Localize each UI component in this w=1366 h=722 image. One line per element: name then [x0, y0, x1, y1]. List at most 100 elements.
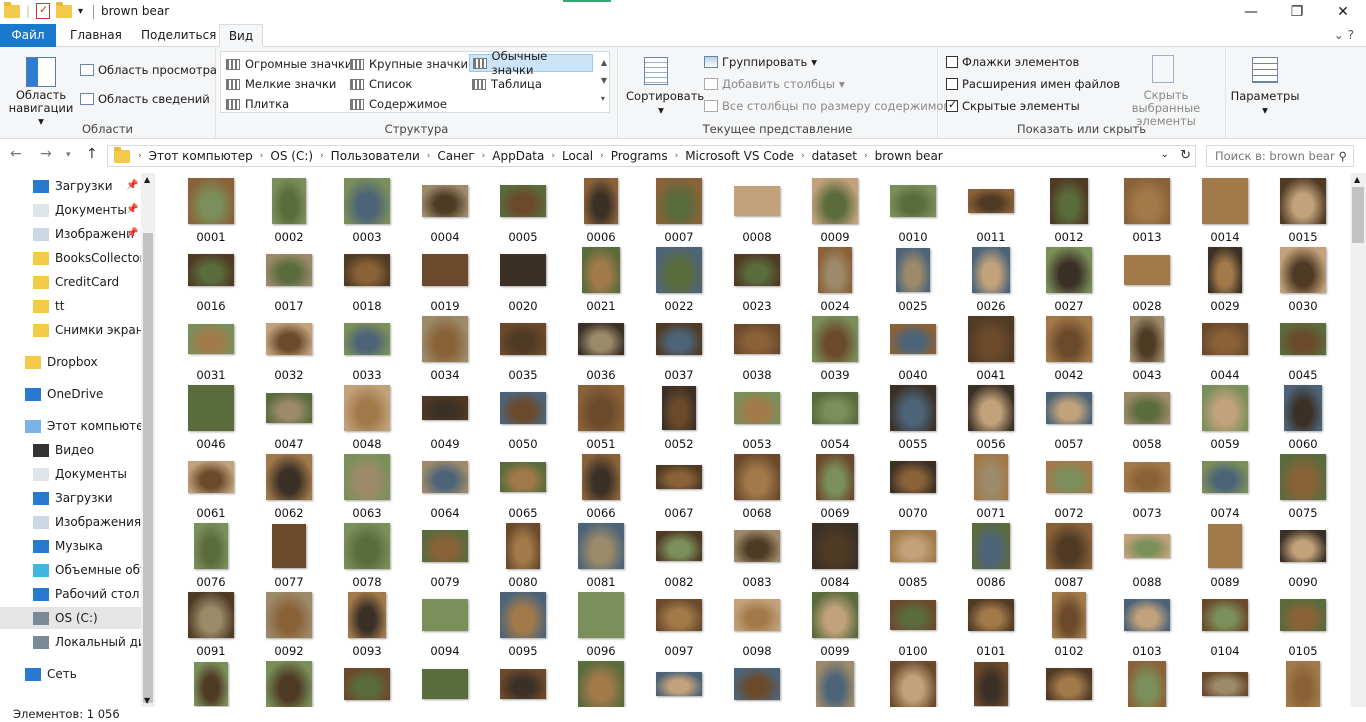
file-item[interactable]: 0087: [1030, 521, 1108, 590]
new-folder-icon[interactable]: [56, 1, 73, 18]
file-item[interactable]: 0017: [250, 245, 328, 314]
file-item[interactable]: 0102: [1030, 590, 1108, 659]
file-item[interactable]: 0105: [1264, 590, 1342, 659]
file-item[interactable]: 0045: [1264, 314, 1342, 383]
gallery-scroll[interactable]: ▲ ▼ ▾: [601, 54, 607, 108]
file-item[interactable]: 0008: [718, 176, 796, 245]
file-item[interactable]: 0039: [796, 314, 874, 383]
file-item[interactable]: 0080: [484, 521, 562, 590]
file-item[interactable]: 0115: [874, 659, 952, 707]
file-item[interactable]: 0054: [796, 383, 874, 452]
file-item[interactable]: 0088: [1108, 521, 1186, 590]
tab-home[interactable]: Главная: [60, 24, 132, 47]
refresh-icon[interactable]: ↻: [1180, 148, 1191, 163]
file-item[interactable]: 0038: [718, 314, 796, 383]
file-item[interactable]: 0051: [562, 383, 640, 452]
file-item[interactable]: 0015: [1264, 176, 1342, 245]
file-item[interactable]: 0117: [1030, 659, 1108, 707]
file-item[interactable]: 0107: [250, 659, 328, 707]
item-checkboxes-checkbox[interactable]: [946, 56, 958, 68]
file-item[interactable]: 0095: [484, 590, 562, 659]
sidebar-scrollbar[interactable]: ▲ ▼: [141, 173, 155, 707]
file-item[interactable]: 0022: [640, 245, 718, 314]
file-item[interactable]: 0028: [1108, 245, 1186, 314]
sidebar-quick-item[interactable]: BooksCollector: [0, 247, 144, 269]
file-item[interactable]: 0011: [952, 176, 1030, 245]
scroll-down-icon[interactable]: ▼: [144, 696, 150, 705]
breadcrumb-item[interactable]: Microsoft VS Code: [680, 149, 799, 163]
file-item[interactable]: 0098: [718, 590, 796, 659]
sidebar-pc-item[interactable]: Загрузки: [0, 487, 141, 509]
sidebar-quick-item[interactable]: Изображени 📌: [0, 223, 141, 245]
forward-icon[interactable]: →: [40, 146, 52, 162]
sort-button[interactable]: Сортировать ▾: [626, 89, 704, 117]
file-item[interactable]: 0069: [796, 452, 874, 521]
breadcrumb-item[interactable]: Local: [557, 149, 598, 163]
file-item[interactable]: 0027: [1030, 245, 1108, 314]
file-item[interactable]: 0049: [406, 383, 484, 452]
address-dropdown-icon[interactable]: ⌄: [1161, 149, 1169, 160]
layout-small[interactable]: Мелкие значки: [223, 75, 339, 93]
file-item[interactable]: 0108: [328, 659, 406, 707]
file-item[interactable]: 0055: [874, 383, 952, 452]
file-item[interactable]: 0042: [1030, 314, 1108, 383]
file-item[interactable]: 0070: [874, 452, 952, 521]
file-item[interactable]: 0101: [952, 590, 1030, 659]
file-item[interactable]: 0120: [1264, 659, 1342, 707]
layout-extra-large[interactable]: Огромные значки: [223, 55, 355, 73]
sidebar-item-dropbox[interactable]: Dropbox: [0, 351, 141, 373]
customize-toolbar-icon[interactable]: ▾: [78, 6, 83, 17]
file-item[interactable]: 0111: [562, 659, 640, 707]
properties-icon[interactable]: [36, 3, 51, 19]
layout-list[interactable]: Список: [347, 75, 415, 93]
file-item[interactable]: 0067: [640, 452, 718, 521]
details-pane-button[interactable]: Область сведений: [80, 92, 210, 106]
breadcrumb-chevron-icon[interactable]: ›: [258, 151, 266, 161]
back-icon[interactable]: ←: [10, 146, 22, 162]
file-item[interactable]: 0083: [718, 521, 796, 590]
sidebar-quick-item[interactable]: Документы 📌: [0, 199, 141, 221]
file-item[interactable]: 0064: [406, 452, 484, 521]
layout-medium[interactable]: Обычные значки: [469, 49, 593, 77]
breadcrumb-chevron-icon[interactable]: ›: [862, 151, 870, 161]
breadcrumb-item[interactable]: Programs: [606, 149, 673, 163]
file-item[interactable]: 0075: [1264, 452, 1342, 521]
file-item[interactable]: 0053: [718, 383, 796, 452]
file-item[interactable]: 0001: [172, 176, 250, 245]
file-item[interactable]: 0093: [328, 590, 406, 659]
file-item[interactable]: 0074: [1186, 452, 1264, 521]
help-icon[interactable]: ⌄ ?: [1334, 28, 1354, 42]
file-extensions-toggle[interactable]: Расширения имен файлов: [946, 77, 1120, 91]
file-item[interactable]: 0048: [328, 383, 406, 452]
sidebar-quick-item[interactable]: Снимки экрана: [0, 319, 151, 341]
file-item[interactable]: 0019: [406, 245, 484, 314]
breadcrumb-chevron-icon[interactable]: ›: [425, 151, 433, 161]
file-item[interactable]: 0079: [406, 521, 484, 590]
file-item[interactable]: 0094: [406, 590, 484, 659]
layout-tiles[interactable]: Плитка: [223, 95, 292, 113]
file-item[interactable]: 0005: [484, 176, 562, 245]
file-item[interactable]: 0061: [172, 452, 250, 521]
file-item[interactable]: 0021: [562, 245, 640, 314]
tab-file[interactable]: Файл: [0, 24, 56, 47]
breadcrumb-item[interactable]: OS (C:): [265, 149, 318, 163]
layout-content[interactable]: Содержимое: [347, 95, 450, 113]
sidebar-scroll-thumb[interactable]: [143, 233, 153, 703]
file-item[interactable]: 0034: [406, 314, 484, 383]
options-button[interactable]: Параметры ▾: [1230, 89, 1300, 117]
file-item[interactable]: 0084: [796, 521, 874, 590]
file-item[interactable]: 0097: [640, 590, 718, 659]
sidebar-quick-item[interactable]: Загрузки 📌: [0, 175, 141, 197]
file-item[interactable]: 0065: [484, 452, 562, 521]
sidebar-item-onedrive[interactable]: OneDrive: [0, 383, 141, 405]
file-item[interactable]: 0058: [1108, 383, 1186, 452]
sidebar-pc-item[interactable]: Объемные объ: [0, 559, 149, 581]
file-item[interactable]: 0099: [796, 590, 874, 659]
file-extensions-checkbox[interactable]: [946, 78, 958, 90]
file-item[interactable]: 0031: [172, 314, 250, 383]
file-item[interactable]: 0020: [484, 245, 562, 314]
file-item[interactable]: 0007: [640, 176, 718, 245]
breadcrumb-chevron-icon[interactable]: ›: [673, 151, 681, 161]
file-item[interactable]: 0116: [952, 659, 1030, 707]
sidebar-pc-item[interactable]: Документы: [0, 463, 141, 485]
